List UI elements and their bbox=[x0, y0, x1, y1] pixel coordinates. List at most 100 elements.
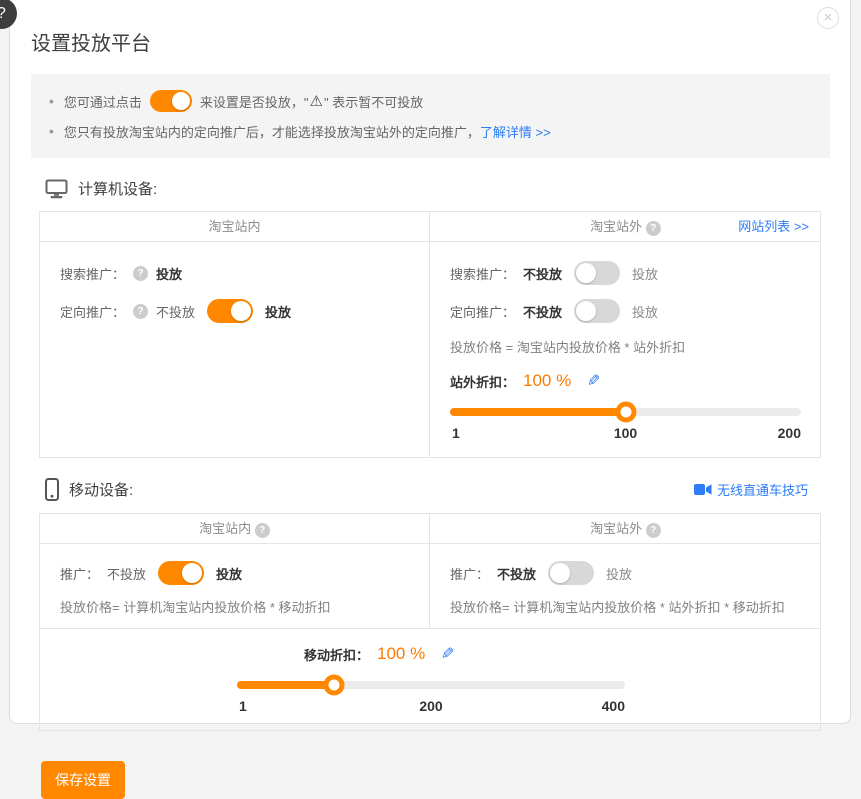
promo-label: 推广： bbox=[450, 564, 489, 583]
slider-labels: 1 100 200 bbox=[450, 425, 801, 443]
toggle-on-label: 投放 bbox=[632, 264, 658, 283]
slider-handle[interactable] bbox=[324, 675, 345, 696]
mobile-offsite-promo-row: 推广： 不投放 投放 bbox=[450, 556, 801, 590]
computer-table: 淘宝站内 淘宝站外 ? 网站列表 >> 搜索推广： ? 投放 定向推广： ? 不… bbox=[39, 211, 821, 458]
mobile-offsite-formula: 投放价格= 计算机淘宝站内投放价格 * 站外折扣 * 移动折扣 bbox=[450, 598, 801, 618]
bullet-icon: • bbox=[49, 93, 54, 109]
notice-line-2: • 您只有投放淘宝站内的定向推广后，才能选择投放淘宝站外的定向推广， 了解详情 … bbox=[49, 116, 812, 146]
bullet-icon: • bbox=[49, 123, 54, 139]
notice-text: 您只有投放淘宝站内的定向推广后，才能选择投放淘宝站外的定向推广， bbox=[64, 122, 480, 141]
mobile-section-title: 移动设备: bbox=[69, 479, 133, 500]
toggle-off-label: 不投放 bbox=[156, 302, 195, 321]
computer-section-header: 计算机设备: bbox=[45, 178, 830, 199]
offsite-target-row: 定向推广： 不投放 投放 bbox=[450, 292, 801, 330]
help-icon[interactable]: ? bbox=[133, 304, 148, 319]
edit-icon[interactable]: ✎ bbox=[441, 644, 454, 664]
close-icon[interactable]: × bbox=[817, 7, 839, 29]
slider-fill bbox=[237, 681, 334, 689]
video-icon bbox=[694, 483, 712, 496]
toggle-on-label: 投放 bbox=[265, 302, 291, 321]
offsite-price-formula: 投放价格 = 淘宝站内投放价格 * 站外折扣 bbox=[450, 338, 801, 358]
search-promo-label: 搜索推广： bbox=[60, 264, 125, 283]
mobile-offsite-toggle[interactable] bbox=[548, 561, 594, 585]
mobile-onsite-formula: 投放价格= 计算机淘宝站内投放价格 * 移动折扣 bbox=[60, 598, 409, 618]
computer-onsite-cell: 搜索推广： ? 投放 定向推广： ? 不投放 投放 bbox=[40, 242, 430, 457]
offsite-discount-label: 站外折扣： bbox=[450, 372, 515, 391]
slider-mid-label: 100 bbox=[614, 425, 637, 441]
notice-box: • 您可通过点击 来设置是否投放，" ⚠ " 表示暂不可投放 • 您只有投放淘宝… bbox=[31, 74, 830, 158]
target-promo-label: 定向推广： bbox=[60, 302, 125, 321]
mobile-discount-value: 100 % bbox=[377, 644, 425, 664]
mobile-discount-line: 移动折扣： 100 % ✎ bbox=[304, 641, 821, 667]
slider-min-label: 1 bbox=[239, 698, 247, 714]
computer-offsite-header-label: 淘宝站外 bbox=[590, 219, 642, 234]
offsite-discount-line: 站外折扣： 100 % ✎ bbox=[450, 368, 801, 394]
onsite-target-row: 定向推广： ? 不投放 投放 bbox=[60, 292, 409, 330]
toggle-on-label: 投放 bbox=[216, 564, 242, 583]
toggle-on-label: 投放 bbox=[606, 564, 632, 583]
computer-onsite-header: 淘宝站内 bbox=[40, 212, 430, 242]
slider-max-label: 400 bbox=[602, 698, 625, 714]
mobile-table: 淘宝站内 ? 淘宝站外 ? 推广： 不投放 投放 投放价格= 计算机淘宝站内投放… bbox=[39, 513, 821, 731]
toggle-off-label: 不投放 bbox=[497, 564, 536, 583]
wireless-tips-link[interactable]: 无线直通车技巧 bbox=[694, 480, 808, 499]
slider-mid-label: 200 bbox=[419, 698, 442, 714]
computer-icon bbox=[45, 179, 68, 199]
toggle-off-label: 不投放 bbox=[523, 264, 562, 283]
slider-max-label: 200 bbox=[778, 425, 801, 441]
promo-label: 推广： bbox=[60, 564, 99, 583]
offsite-search-row: 搜索推广： 不投放 投放 bbox=[450, 254, 801, 292]
mobile-onsite-promo-row: 推广： 不投放 投放 bbox=[60, 556, 409, 590]
mobile-onsite-header: 淘宝站内 ? bbox=[40, 514, 430, 544]
search-promo-value: 投放 bbox=[156, 264, 182, 283]
edit-icon[interactable]: ✎ bbox=[587, 371, 600, 391]
notice-text: 来设置是否投放，" bbox=[200, 92, 309, 111]
wireless-tips-label: 无线直通车技巧 bbox=[717, 480, 808, 499]
slider-track[interactable] bbox=[450, 408, 801, 416]
mobile-onsite-cell: 推广： 不投放 投放 投放价格= 计算机淘宝站内投放价格 * 移动折扣 bbox=[40, 544, 430, 629]
learn-more-link[interactable]: 了解详情 >> bbox=[480, 122, 551, 141]
help-icon[interactable]: ? bbox=[646, 221, 661, 236]
offsite-discount-value: 100 % bbox=[523, 371, 571, 391]
help-icon[interactable]: ? bbox=[646, 523, 661, 538]
save-settings-button[interactable]: 保存设置 bbox=[41, 761, 125, 799]
mobile-discount-slider: 1 200 400 bbox=[237, 681, 625, 716]
slider-labels: 1 200 400 bbox=[237, 698, 625, 716]
slider-track[interactable] bbox=[237, 681, 625, 689]
mobile-onsite-header-label: 淘宝站内 bbox=[199, 521, 251, 536]
help-icon[interactable]: ? bbox=[255, 523, 270, 538]
onsite-target-toggle[interactable] bbox=[207, 299, 253, 323]
offsite-discount-slider: 1 100 200 bbox=[450, 408, 801, 443]
notice-line-1: • 您可通过点击 来设置是否投放，" ⚠ " 表示暂不可投放 bbox=[49, 86, 812, 116]
page-title: 设置投放平台 bbox=[31, 27, 830, 56]
example-toggle[interactable] bbox=[150, 90, 192, 112]
mobile-icon bbox=[45, 478, 59, 501]
notice-text: 您可通过点击 bbox=[64, 92, 142, 111]
mobile-offsite-cell: 推广： 不投放 投放 投放价格= 计算机淘宝站内投放价格 * 站外折扣 * 移动… bbox=[430, 544, 821, 629]
mobile-discount-section: 移动折扣： 100 % ✎ 1 200 400 bbox=[40, 629, 821, 730]
notice-text: " 表示暂不可投放 bbox=[324, 92, 423, 111]
mobile-offsite-header: 淘宝站外 ? bbox=[430, 514, 821, 544]
mobile-onsite-toggle[interactable] bbox=[158, 561, 204, 585]
warning-icon: ⚠ bbox=[310, 92, 323, 110]
search-promo-label: 搜索推广： bbox=[450, 264, 515, 283]
slider-min-label: 1 bbox=[452, 425, 460, 441]
computer-offsite-header: 淘宝站外 ? 网站列表 >> bbox=[430, 212, 821, 242]
slider-fill bbox=[450, 408, 626, 416]
offsite-target-toggle[interactable] bbox=[574, 299, 620, 323]
site-list-link[interactable]: 网站列表 >> bbox=[738, 212, 809, 241]
mobile-offsite-header-label: 淘宝站外 bbox=[590, 521, 642, 536]
offsite-search-toggle[interactable] bbox=[574, 261, 620, 285]
mobile-section-header: 移动设备: 无线直通车技巧 bbox=[45, 478, 830, 501]
mobile-discount-label: 移动折扣： bbox=[304, 645, 369, 664]
help-icon[interactable]: ? bbox=[133, 266, 148, 281]
target-promo-label: 定向推广： bbox=[450, 302, 515, 321]
computer-section-title: 计算机设备: bbox=[78, 178, 157, 199]
computer-offsite-cell: 搜索推广： 不投放 投放 定向推广： 不投放 投放 投放价格 = 淘宝站内投放价… bbox=[430, 242, 821, 457]
toggle-off-label: 不投放 bbox=[523, 302, 562, 321]
toggle-on-label: 投放 bbox=[632, 302, 658, 321]
settings-dialog: × 设置投放平台 • 您可通过点击 来设置是否投放，" ⚠ " 表示暂不可投放 … bbox=[9, 0, 851, 724]
slider-handle[interactable] bbox=[615, 402, 636, 423]
onsite-search-row: 搜索推广： ? 投放 bbox=[60, 254, 409, 292]
toggle-off-label: 不投放 bbox=[107, 564, 146, 583]
